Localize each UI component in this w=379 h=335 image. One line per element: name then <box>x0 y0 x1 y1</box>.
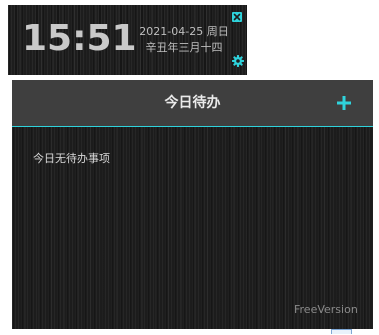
clock-lunar-date: 辛丑年三月十四 <box>145 41 223 54</box>
todo-title: 今日待办 <box>164 95 221 111</box>
free-version-label: FreeVersion <box>294 303 358 316</box>
gear-icon[interactable] <box>232 55 244 67</box>
clock-time: 15:51 <box>22 18 137 59</box>
plus-icon[interactable] <box>335 94 353 112</box>
clock-widget: 15:51 2021-04-25 周日 辛丑年三月十四 <box>8 5 247 75</box>
close-icon[interactable] <box>232 12 242 22</box>
todo-panel: 今日待办 今日无待办事项 FreeVersion <box>12 80 373 329</box>
clock-date: 2021-04-25 周日 <box>139 25 229 38</box>
empty-todo-message: 今日无待办事项 <box>33 152 110 165</box>
resize-handle[interactable] <box>331 329 352 334</box>
todo-header: 今日待办 <box>12 80 373 127</box>
